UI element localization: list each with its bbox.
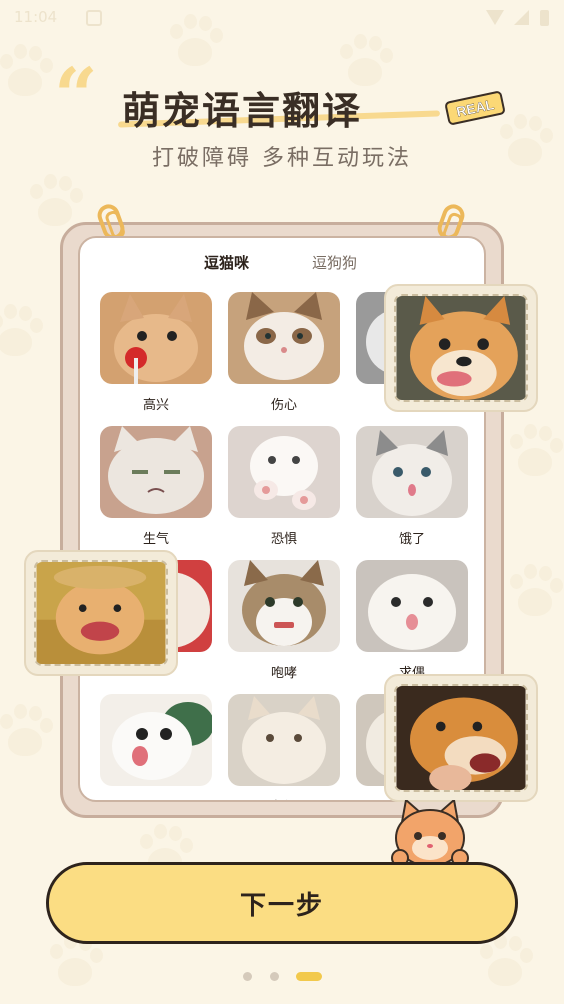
sad-cat-photo	[228, 292, 340, 384]
angry-cat-photo	[100, 426, 212, 518]
quote-icon: “	[54, 51, 98, 140]
page-dot	[243, 972, 252, 981]
dog-stamp-top-right	[384, 284, 538, 412]
emotion-label: 嘶吼	[100, 796, 212, 800]
emotion-item[interactable]: 高兴	[100, 292, 212, 413]
real-badge: REAL	[444, 90, 506, 126]
roaring-cat-photo	[228, 560, 340, 652]
happy-cat-photo	[100, 292, 212, 384]
scared-cat-photo	[228, 426, 340, 518]
emotion-item[interactable]: 生气	[100, 426, 212, 547]
emotion-item[interactable]: 咆哮	[228, 560, 340, 681]
status-bar: 11:04	[0, 0, 564, 36]
page-indicator	[0, 972, 564, 982]
emotion-label: 伤心	[270, 398, 297, 413]
emotion-label: 恐惧	[270, 532, 297, 547]
tab-dogs-label: 逗狗狗	[312, 254, 358, 272]
tab-cats[interactable]: 逗猫咪	[202, 252, 250, 273]
hungry-cat-photo	[356, 426, 468, 518]
emotion-item[interactable]: 恐惧	[228, 426, 340, 547]
emotion-item[interactable]: 伤心	[228, 292, 340, 413]
tab-dogs[interactable]: 逗狗狗	[312, 252, 357, 273]
emotion-label: 咆哮	[270, 666, 297, 681]
battery-icon	[540, 10, 549, 26]
page-dot	[270, 972, 279, 981]
emotion-label: 生气	[142, 532, 169, 547]
emotion-label: 高兴	[142, 398, 169, 413]
dog-photo	[394, 294, 528, 402]
emotion-item[interactable]: 友好	[228, 694, 340, 800]
notification-icon	[86, 10, 102, 26]
emotion-item[interactable]: 饿了	[356, 426, 468, 547]
emotion-label: 友好	[228, 796, 340, 800]
emotion-label: 饿了	[398, 532, 425, 547]
tab-bar: 逗猫咪 逗狗狗	[80, 252, 484, 278]
page-dot-active	[296, 972, 322, 981]
signal-icon	[514, 10, 529, 25]
dog-stamp-bottom-right	[384, 674, 538, 802]
dog-stamp-middle-left	[24, 550, 178, 676]
wifi-icon	[486, 10, 504, 25]
emotion-item[interactable]: 嘶吼	[100, 694, 212, 800]
page-title: 萌宠语言翻译	[122, 89, 363, 133]
tab-cats-label: 逗猫咪	[204, 254, 250, 272]
friendly-cat-photo	[228, 694, 340, 786]
dog-photo	[34, 560, 168, 666]
next-button[interactable]: 下一步	[46, 862, 518, 944]
dog-photo	[394, 684, 528, 792]
cat-mascot-icon	[391, 800, 469, 867]
page-subtitle: 打破障碍 多种互动玩法	[152, 146, 412, 171]
emotion-item[interactable]: 求偶	[356, 560, 468, 681]
courting-cat-photo	[356, 560, 468, 652]
hissing-cat-photo	[100, 694, 212, 786]
status-time: 11:04	[14, 8, 58, 26]
